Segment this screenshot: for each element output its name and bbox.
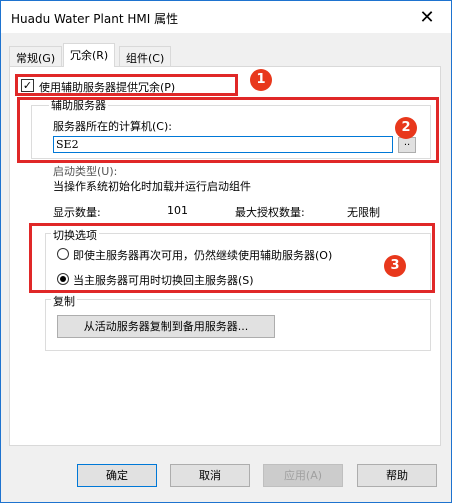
- window-title: Huadu Water Plant HMI 属性: [11, 12, 179, 26]
- close-button[interactable]: ✕: [407, 3, 447, 31]
- annotation-badge-2: 2: [395, 117, 417, 139]
- tab-general[interactable]: 常规(G): [9, 46, 63, 66]
- annotation-box-1: [15, 74, 238, 96]
- annotation-box-3: [29, 223, 435, 293]
- cancel-button[interactable]: 取消: [170, 464, 250, 487]
- tab-redundancy[interactable]: 冗余(R): [63, 43, 116, 67]
- title-bar: Huadu Water Plant HMI 属性 ✕: [1, 1, 451, 33]
- close-icon: ✕: [419, 6, 435, 28]
- tab-components[interactable]: 组件(C): [119, 46, 172, 66]
- annotation-box-2: [17, 97, 439, 163]
- annotation-badge-1: 1: [250, 69, 272, 91]
- annotation-badge-3: 3: [384, 255, 406, 277]
- display-count-value: 101: [167, 204, 188, 217]
- startup-type-label: 启动类型(U):: [53, 165, 118, 178]
- max-license-label: 最大授权数量:: [235, 206, 305, 219]
- copy-to-standby-button[interactable]: 从活动服务器复制到备用服务器...: [57, 315, 275, 338]
- max-license-value: 无限制: [347, 206, 380, 219]
- apply-button[interactable]: 应用(A): [263, 464, 343, 487]
- startup-type-value: 当操作系统初始化时加载并运行启动组件: [53, 180, 251, 193]
- properties-dialog: Huadu Water Plant HMI 属性 ✕ 常规(G) 冗余(R) 组…: [0, 0, 452, 503]
- help-button[interactable]: 帮助: [357, 464, 437, 487]
- ok-button[interactable]: 确定: [77, 464, 157, 487]
- copy-group-label: 复制: [51, 293, 77, 309]
- display-count-label: 显示数量:: [53, 206, 101, 219]
